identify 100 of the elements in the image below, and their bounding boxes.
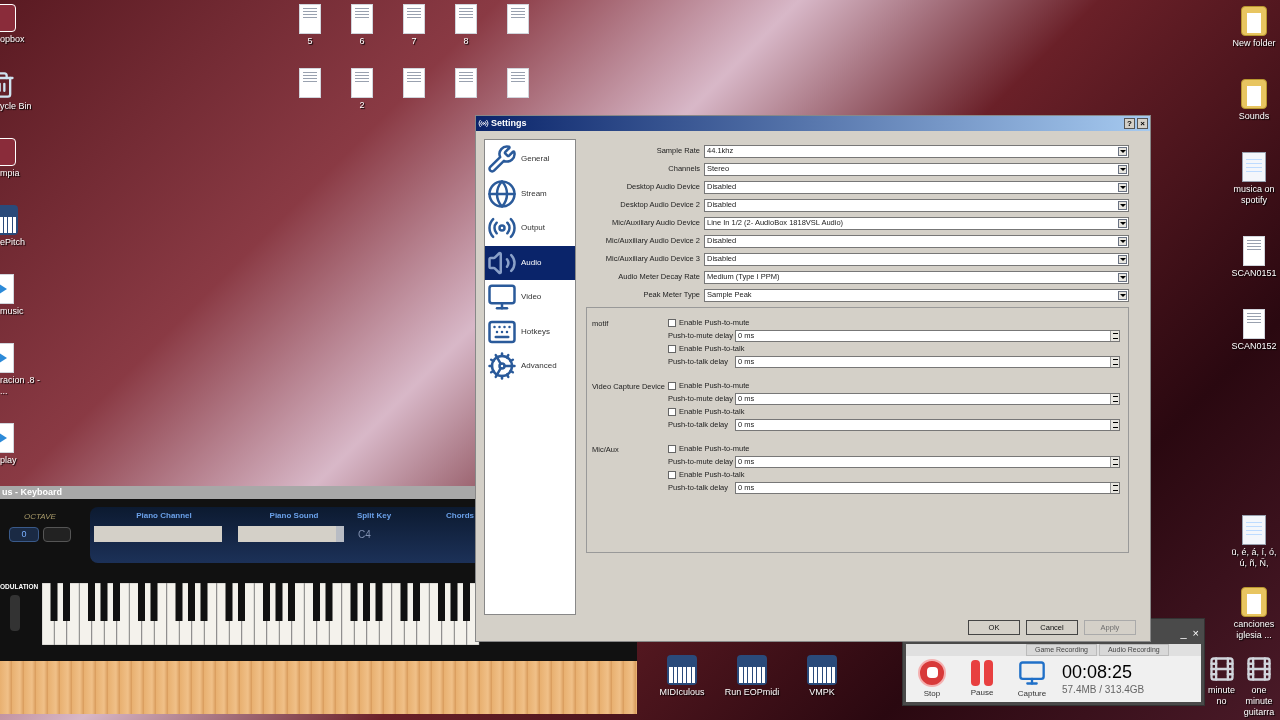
desktop-icon-label[interactable]: opbox <box>0 34 25 45</box>
document-icon <box>455 68 477 98</box>
checkbox[interactable] <box>668 318 676 327</box>
document-icon <box>299 4 321 34</box>
dropdown-arrow-icon <box>1118 200 1127 210</box>
text-file-icon <box>1242 152 1266 182</box>
settings-nav-item[interactable]: Output <box>485 211 575 246</box>
checkbox[interactable] <box>668 344 676 353</box>
column-heading: Piano Sound <box>268 510 320 522</box>
monitor-icon <box>1017 658 1047 687</box>
desktop-icon-label[interactable]: SCAN0151 <box>1231 268 1277 279</box>
desktop-icon-label[interactable]: 8 <box>463 36 469 47</box>
spin-arrows-icon <box>1110 356 1119 367</box>
dropdown-arrow-icon <box>1118 182 1127 192</box>
dropdown-arrow-icon <box>1118 290 1127 300</box>
spin-arrows-icon <box>1110 482 1119 493</box>
document-icon <box>403 4 425 34</box>
document-icon <box>455 4 477 34</box>
checkbox[interactable] <box>668 444 676 453</box>
desktop-icon-label[interactable]: one minute guitarra <box>1238 685 1280 718</box>
split-key-value: C4 <box>358 527 371 542</box>
dropdown-arrow-icon <box>1118 254 1127 264</box>
window-title: us - Keyboard <box>2 485 62 499</box>
desktop-icon-label[interactable]: VMPK <box>809 687 835 698</box>
piano-app-icon <box>737 655 767 685</box>
video-file-icon <box>1207 655 1236 683</box>
spin-arrows-icon <box>1110 393 1119 404</box>
checkbox[interactable] <box>668 407 676 416</box>
octave-up-button[interactable] <box>43 527 71 542</box>
desktop-icon-label[interactable]: 2 <box>359 100 365 111</box>
titlebar-button[interactable]: × <box>1137 118 1148 129</box>
column-heading: Piano Channel <box>135 510 193 522</box>
dropdown-arrow-icon <box>1118 218 1127 228</box>
desktop-icon-label[interactable]: SCAN0152 <box>1231 341 1277 352</box>
desktop-icon-label[interactable]: minute no <box>1206 685 1237 707</box>
desktop-icon-label[interactable]: canciones iglesia ... <box>1228 619 1280 641</box>
settings-nav-item[interactable]: General <box>485 142 575 177</box>
wrench-icon <box>487 144 517 175</box>
piano-sound-field[interactable] <box>238 526 344 542</box>
stop-icon <box>918 658 946 687</box>
document-icon <box>507 68 529 98</box>
recording-timer: 00:08:25 <box>1062 661 1134 682</box>
recorder-action-button[interactable]: Capture <box>1012 658 1052 700</box>
desktop-icon-label[interactable]: 5 <box>307 36 313 47</box>
monitor-icon <box>487 282 517 313</box>
column-heading: Split Key <box>355 510 393 522</box>
desktop-icon-label[interactable]: racion .8 - ... <box>0 375 50 397</box>
document-icon <box>1243 309 1265 339</box>
desktop-icon-label[interactable]: Run EOPmidi <box>724 687 780 698</box>
pause-icon <box>971 659 993 686</box>
spin-arrows-icon <box>1110 330 1119 341</box>
document-icon <box>299 68 321 98</box>
spin-arrows-icon <box>1110 456 1119 467</box>
recording-size: 57.4MB / 313.4GB <box>1062 682 1145 697</box>
window-title: Settings <box>491 116 528 130</box>
document-icon <box>507 4 529 34</box>
checkbox[interactable] <box>668 381 676 390</box>
dropdown-arrow-icon <box>1118 146 1127 156</box>
piano-keys-drawing[interactable] <box>42 583 482 645</box>
desktop-icon-label[interactable]: 7 <box>411 36 417 47</box>
settings-nav-item[interactable]: Stream <box>485 176 575 211</box>
piano-app-icon <box>667 655 697 685</box>
document-icon <box>1243 236 1265 266</box>
window-control-button[interactable]: _ <box>1180 622 1187 644</box>
settings-icon <box>487 351 517 382</box>
document-icon <box>351 4 373 34</box>
desktop-icon-label[interactable]: New folder <box>1232 38 1276 49</box>
titlebar-button[interactable]: ? <box>1124 118 1135 129</box>
desktop-icon-label[interactable]: MIDIculous <box>659 687 705 698</box>
desktop-icon-label[interactable]: music <box>0 306 24 317</box>
desktop-icon-label[interactable]: play <box>0 455 17 466</box>
octave-value: 0 <box>9 527 39 542</box>
folder-icon <box>1241 79 1267 109</box>
desktop-icon-label[interactable]: ycle Bin <box>0 101 32 112</box>
dropdown-arrow-icon <box>1118 164 1127 174</box>
desktop-icon-label[interactable]: musica on spotify <box>1228 184 1280 206</box>
window-control-button[interactable]: × <box>1192 622 1199 644</box>
app-logo-icon <box>478 118 489 129</box>
checkbox[interactable] <box>668 470 676 479</box>
document-icon <box>403 68 425 98</box>
desktop-icon-label[interactable]: ü, é, á, í, ó, ú, ñ, Ñ, <box>1228 547 1280 569</box>
piano-channel-field[interactable] <box>94 526 222 542</box>
piano-app-icon <box>807 655 837 685</box>
document-icon <box>351 68 373 98</box>
desktop-icon-label[interactable]: 6 <box>359 36 365 47</box>
desktop-icon-label[interactable]: Sounds <box>1238 111 1270 122</box>
desktop-icon-label[interactable]: ePitch <box>0 237 25 248</box>
column-heading: Chords <box>445 510 474 522</box>
globe-icon <box>487 178 517 209</box>
octave-label: OCTAVE <box>24 511 56 523</box>
dropdown-arrow-icon <box>1118 272 1127 282</box>
desktop-icon-label[interactable]: mpia <box>0 168 20 179</box>
recorder-action-button[interactable]: Pause <box>962 659 1002 699</box>
settings-nav-item[interactable]: Hotkeys <box>485 314 575 349</box>
settings-nav-item[interactable]: Audio <box>485 245 575 280</box>
video-file-icon <box>1245 655 1273 683</box>
spin-arrows-icon <box>1110 419 1119 430</box>
settings-nav-item[interactable]: Video <box>485 280 575 315</box>
recorder-action-button[interactable]: Stop <box>912 658 952 700</box>
settings-nav-item[interactable]: Advanced <box>485 349 575 384</box>
